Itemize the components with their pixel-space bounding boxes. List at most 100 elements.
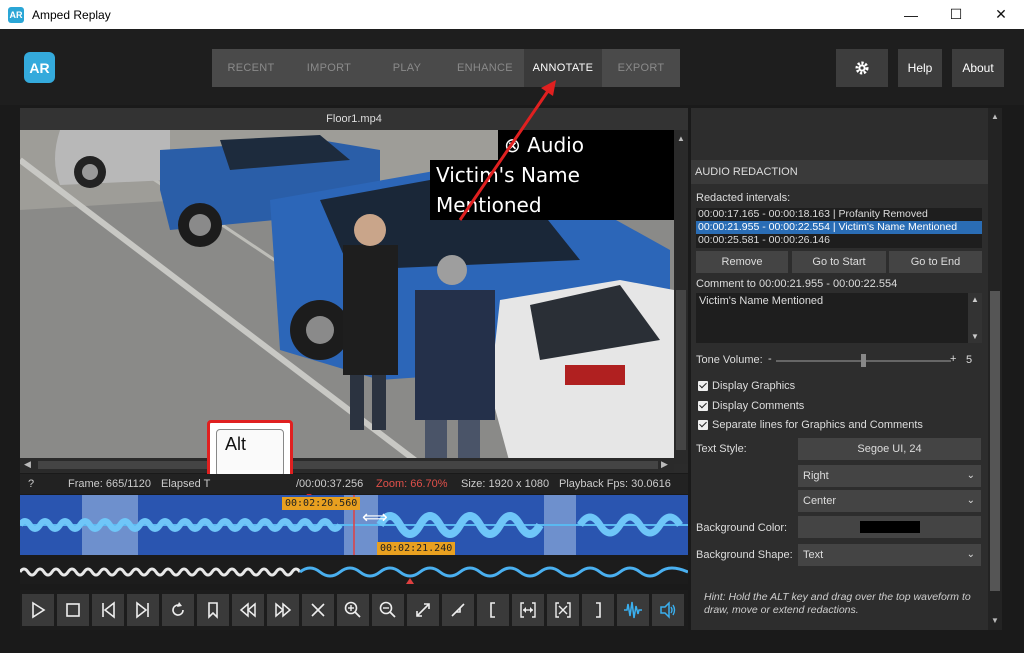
- rewind-icon: [239, 602, 256, 618]
- comment-textarea[interactable]: Victim's Name Mentioned ▲ ▼: [696, 293, 982, 343]
- text-style-label: Text Style:: [696, 443, 747, 455]
- horizontal-align-select[interactable]: Right ⌄: [798, 465, 981, 487]
- interval-row-selected[interactable]: 00:00:21.955 - 00:00:22.554 | Victim's N…: [696, 221, 982, 234]
- go-to-start-button[interactable]: Go to Start: [792, 251, 886, 273]
- remove-button[interactable]: Remove: [696, 251, 788, 273]
- comment-scrollbar[interactable]: ▲ ▼: [968, 293, 982, 343]
- display-graphics-checkbox[interactable]: [698, 381, 708, 391]
- info-bar: ? Frame: 665/1120 Elapsed T /00:00:37.25…: [20, 474, 688, 494]
- comment-label: Comment to 00:00:21.955 - 00:00:22.554: [696, 278, 898, 290]
- separate-lines-checkbox[interactable]: [698, 420, 708, 430]
- next-frame-button[interactable]: [127, 594, 159, 626]
- bracket-close-icon: [596, 602, 601, 618]
- step-back-icon: [102, 601, 115, 619]
- separate-lines-label: Separate lines for Graphics and Comments: [712, 419, 923, 431]
- stop-icon: [66, 603, 80, 617]
- interval-row[interactable]: 00:00:17.165 - 00:00:18.163 | Profanity …: [696, 208, 982, 221]
- zoom-out-button[interactable]: [372, 594, 404, 626]
- info-duration: /00:00:37.256: [296, 478, 364, 490]
- rewind-button[interactable]: [232, 594, 264, 626]
- alt-key-label: Alt: [216, 429, 284, 477]
- step-forward-icon: [136, 601, 149, 619]
- display-comments-checkbox[interactable]: [698, 401, 708, 411]
- interval-row[interactable]: 00:00:25.581 - 00:00:26.146: [696, 234, 982, 247]
- waveform-icon: [624, 601, 642, 619]
- horizontal-align-value: Right: [803, 470, 829, 482]
- waveform-time-start: 00:02:20.560: [282, 497, 361, 510]
- audio-redaction-panel: AUDIO REDACTION Redacted intervals: 00:0…: [691, 108, 988, 630]
- panel-scroll-thumb[interactable]: [990, 291, 1000, 591]
- top-waveform[interactable]: ⟺ 00:02:20.560 00:02:21.240: [20, 495, 688, 555]
- tone-minus: -: [768, 353, 772, 365]
- move-cursor-icon: ⟺: [362, 507, 388, 527]
- clear-selection-button[interactable]: [547, 594, 579, 626]
- tone-volume-slider-thumb[interactable]: [861, 354, 866, 367]
- background-color-label: Background Color:: [696, 522, 788, 534]
- fit-selection-icon: [520, 602, 536, 618]
- intervals-list[interactable]: 00:00:17.165 - 00:00:18.163 | Profanity …: [696, 208, 982, 248]
- play-button[interactable]: [22, 594, 54, 626]
- hint-text: Hint: Hold the ALT key and drag over the…: [704, 591, 971, 616]
- mark-in-button[interactable]: [477, 594, 509, 626]
- background-color-picker[interactable]: [798, 516, 981, 538]
- comment-value: Victim's Name Mentioned: [699, 295, 824, 307]
- play-icon: [32, 601, 46, 619]
- clear-selection-icon: [555, 602, 571, 618]
- info-elapsed: Elapsed T: [161, 478, 211, 490]
- audio-waveform-button[interactable]: [617, 594, 649, 626]
- info-size: Size: 1920 x 1080: [461, 478, 550, 490]
- text-style-button[interactable]: Segoe UI, 24: [798, 438, 981, 460]
- speaker-icon: [660, 601, 676, 619]
- close-icon: [311, 603, 325, 617]
- zoom-out-icon: [379, 601, 396, 618]
- fit-selection-button[interactable]: [512, 594, 544, 626]
- tone-value: 5: [966, 354, 973, 366]
- tone-plus: +: [950, 353, 957, 365]
- scroll-up-icon[interactable]: ▲: [971, 295, 979, 304]
- clear-button[interactable]: [302, 594, 334, 626]
- shrink-icon: [451, 603, 465, 617]
- info-help[interactable]: ?: [28, 474, 34, 494]
- volume-button[interactable]: [652, 594, 684, 626]
- expand-icon: [416, 603, 430, 617]
- info-fps: Playback Fps: 30.0616: [559, 478, 671, 490]
- fast-forward-icon: [275, 602, 292, 618]
- scroll-up-icon[interactable]: ▲: [991, 112, 999, 121]
- zoom-in-icon: [344, 601, 361, 618]
- background-shape-value: Text: [803, 549, 824, 561]
- info-zoom: Zoom: 66.70%: [376, 478, 448, 490]
- bookmark-button[interactable]: [197, 594, 229, 626]
- expand-button[interactable]: [407, 594, 439, 626]
- scroll-down-icon[interactable]: ▼: [971, 332, 979, 341]
- previous-frame-button[interactable]: [92, 594, 124, 626]
- waveform-time-end: 00:02:21.240: [377, 542, 456, 555]
- display-comments-label: Display Comments: [712, 400, 805, 412]
- overview-waveform-graphic: [20, 566, 688, 584]
- stop-button[interactable]: [57, 594, 89, 626]
- background-shape-label: Background Shape:: [696, 549, 793, 561]
- loop-icon: [172, 602, 184, 616]
- chevron-down-icon: ⌄: [966, 495, 975, 506]
- overview-waveform[interactable]: [20, 560, 688, 584]
- panel-header: AUDIO REDACTION: [691, 160, 988, 184]
- scroll-down-icon[interactable]: ▼: [991, 616, 999, 625]
- vertical-align-value: Center: [803, 495, 837, 507]
- go-to-end-button[interactable]: Go to End: [889, 251, 982, 273]
- fast-forward-button[interactable]: [267, 594, 299, 626]
- bookmark-icon: [208, 602, 218, 619]
- shrink-button[interactable]: [442, 594, 474, 626]
- loop-button[interactable]: [162, 594, 194, 626]
- info-frame: Frame: 665/1120: [68, 478, 151, 490]
- vertical-align-select[interactable]: Center ⌄: [798, 490, 981, 512]
- zoom-in-button[interactable]: [337, 594, 369, 626]
- display-graphics-label: Display Graphics: [712, 380, 796, 392]
- color-swatch: [860, 521, 920, 533]
- background-shape-select[interactable]: Text ⌄: [798, 544, 981, 566]
- tone-volume-label: Tone Volume:: [696, 354, 763, 366]
- panel-scrollbar[interactable]: ▲ ▼: [988, 108, 1002, 630]
- bracket-open-icon: [490, 602, 495, 618]
- playback-toolbar: [20, 590, 688, 630]
- chevron-down-icon: ⌄: [966, 470, 975, 481]
- mark-out-button[interactable]: [582, 594, 614, 626]
- redacted-intervals-label: Redacted intervals:: [696, 192, 791, 204]
